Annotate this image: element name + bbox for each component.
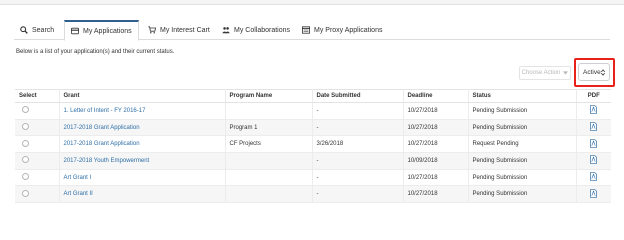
program-name-cell xyxy=(225,152,313,170)
applications-table: Select Grant Program Name Date Submitted… xyxy=(15,89,611,204)
status-cell: Pending Submission xyxy=(468,169,577,187)
tab-my-interest-cart[interactable]: My Interest Cart xyxy=(142,20,216,40)
tab-search-label: Search xyxy=(32,26,55,34)
tab-my-collaborations-label: My Collaborations xyxy=(234,26,291,34)
select-radio[interactable] xyxy=(22,123,29,131)
program-name-cell xyxy=(225,102,313,120)
table-row: Art Grant I - 10/27/2018 Pending Submiss… xyxy=(15,169,611,187)
cart-icon xyxy=(148,26,156,34)
date-submitted-cell: - xyxy=(312,169,404,187)
intro-text: Below is a list of your application(s) a… xyxy=(16,49,175,55)
status-cell: Request Pending xyxy=(468,135,577,154)
date-submitted-cell: - xyxy=(312,119,404,137)
deadline-cell: 10/27/2018 xyxy=(403,185,469,204)
program-name-cell: CF Projects xyxy=(225,135,313,154)
select-radio[interactable] xyxy=(22,156,29,164)
deadline-cell: 10/27/2018 xyxy=(403,102,469,120)
grant-link[interactable]: 2017-2018 Grant Application xyxy=(64,141,140,147)
table-row: Art Grant II - 10/27/2018 Pending Submis… xyxy=(15,185,611,204)
tab-my-proxy-applications-label: My Proxy Applications xyxy=(314,26,383,34)
grant-link[interactable]: Art Grant I xyxy=(64,175,92,181)
pdf-icon[interactable] xyxy=(590,172,598,181)
tab-my-collaborations[interactable]: My Collaborations xyxy=(216,20,296,40)
pdf-icon[interactable] xyxy=(590,138,598,148)
header-pdf: PDF xyxy=(576,89,611,103)
status-cell: Pending Submission xyxy=(468,152,577,170)
tab-my-applications-label: My Applications xyxy=(83,27,132,35)
select-radio[interactable] xyxy=(22,139,29,147)
table-row: 2017-2018 Grant Application Program 1 - … xyxy=(15,119,611,137)
select-radio[interactable] xyxy=(22,106,29,114)
table-row: 2017-2018 Youth Empowerment - 10/09/2018… xyxy=(15,152,611,170)
grant-link[interactable]: Art Grant II xyxy=(64,191,93,197)
table-header-row: Select Grant Program Name Date Submitted… xyxy=(15,89,611,103)
users-icon xyxy=(222,27,230,34)
window-icon xyxy=(302,26,310,34)
tab-search[interactable]: Search xyxy=(14,20,60,40)
date-submitted-cell: - xyxy=(312,185,404,204)
tab-bar: Search My Applications My Interest Cart … xyxy=(14,20,610,41)
chevron-updown-icon xyxy=(601,68,605,76)
pdf-icon[interactable] xyxy=(590,122,598,131)
grant-link[interactable]: 1. Letter of Intent - FY 2016-17 xyxy=(64,108,146,114)
tab-my-interest-cart-label: My Interest Cart xyxy=(160,26,210,34)
status-filter-value: Active xyxy=(583,68,601,76)
pdf-icon[interactable] xyxy=(590,155,598,165)
status-filter-select[interactable]: Active xyxy=(578,63,610,81)
header-grant: Grant xyxy=(59,89,226,103)
table-row: 1. Letter of Intent - FY 2016-17 - 10/27… xyxy=(15,102,611,120)
status-cell: Pending Submission xyxy=(468,185,577,204)
caret-down-icon xyxy=(563,71,569,75)
deadline-cell: 10/09/2018 xyxy=(403,152,469,170)
header-select: Select xyxy=(15,89,60,103)
header-deadline: Deadline xyxy=(403,89,469,103)
deadline-cell: 10/27/2018 xyxy=(403,119,469,137)
pdf-icon[interactable] xyxy=(590,188,598,198)
choose-action-button[interactable]: Choose Action xyxy=(519,66,571,80)
tab-my-applications[interactable]: My Applications xyxy=(64,20,139,41)
date-submitted-cell: - xyxy=(312,102,404,120)
program-name-cell: Program 1 xyxy=(225,119,313,137)
deadline-cell: 10/27/2018 xyxy=(403,169,469,187)
header-program-name: Program Name xyxy=(225,89,313,103)
top-bar xyxy=(0,0,624,5)
deadline-cell: 10/27/2018 xyxy=(403,135,469,154)
header-date-submitted: Date Submitted xyxy=(312,89,404,103)
status-cell: Pending Submission xyxy=(468,102,577,120)
date-submitted-cell: 3/26/2018 xyxy=(312,135,404,154)
table-row: 2017-2018 Grant Application CF Projects … xyxy=(15,135,611,154)
pdf-icon[interactable] xyxy=(590,105,598,115)
date-submitted-cell: - xyxy=(312,152,404,170)
grant-link[interactable]: 2017-2018 Grant Application xyxy=(64,125,140,131)
grant-link[interactable]: 2017-2018 Youth Empowerment xyxy=(64,158,150,164)
card-icon xyxy=(71,27,79,35)
select-radio[interactable] xyxy=(22,173,29,181)
status-cell: Pending Submission xyxy=(468,119,577,137)
tab-my-proxy-applications[interactable]: My Proxy Applications xyxy=(296,20,388,40)
choose-action-label: Choose Action xyxy=(521,70,561,76)
select-radio[interactable] xyxy=(22,189,29,197)
search-icon xyxy=(20,26,28,34)
program-name-cell xyxy=(225,185,313,204)
header-status: Status xyxy=(468,89,577,103)
program-name-cell xyxy=(225,169,313,187)
